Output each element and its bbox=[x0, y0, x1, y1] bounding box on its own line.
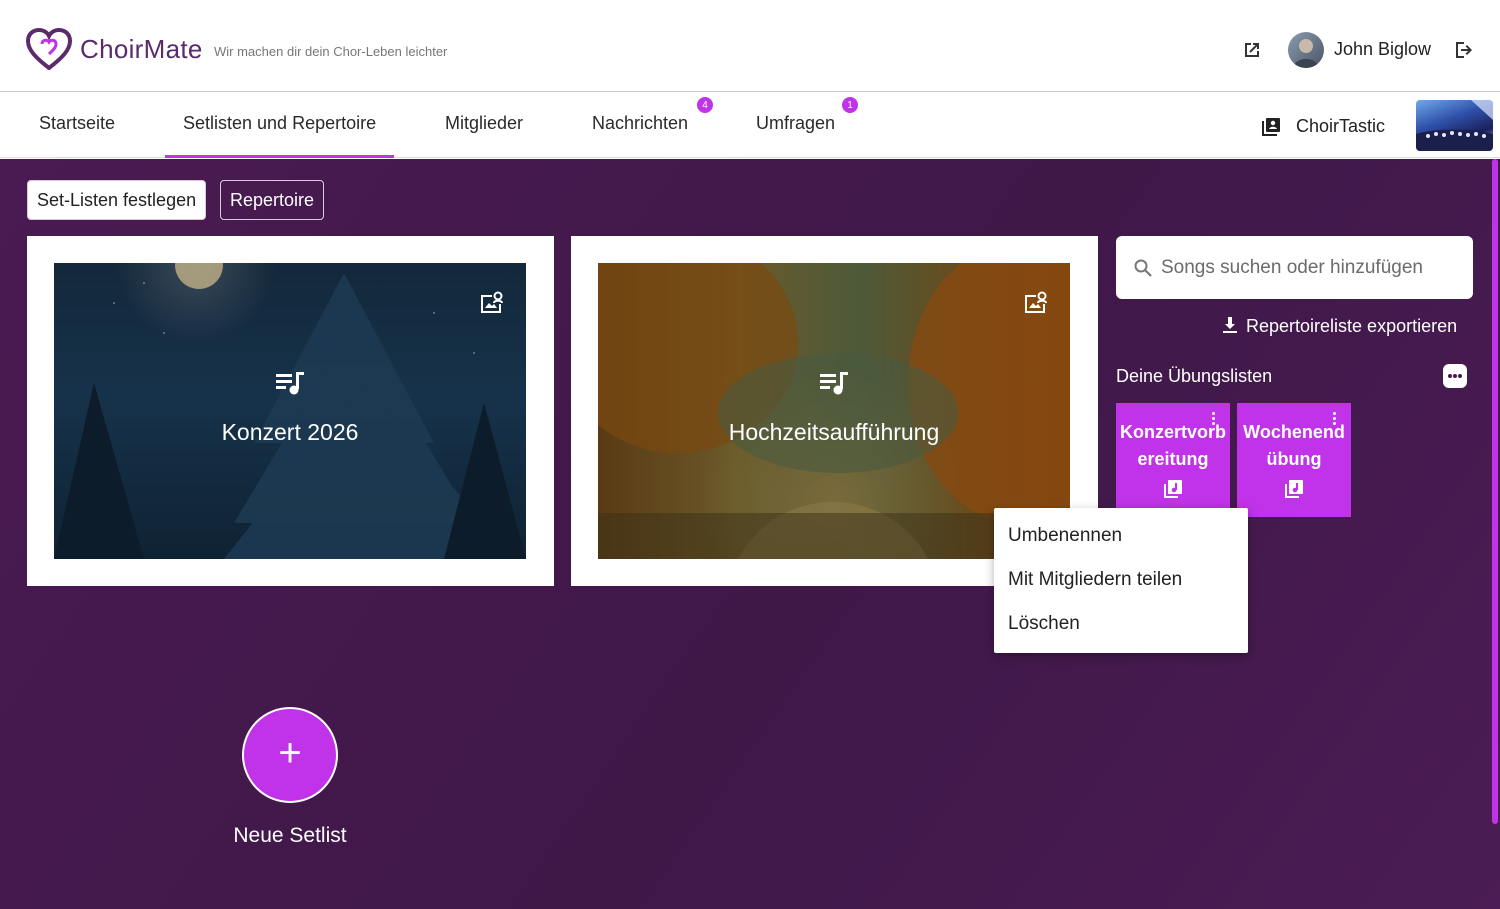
menu-item-delete[interactable]: Löschen bbox=[994, 602, 1248, 646]
app-header: ChoirMate Wir machen dir dein Chor-Leben… bbox=[0, 0, 1500, 92]
export-repertoire-button[interactable]: Repertoireliste exportieren bbox=[1220, 315, 1457, 337]
practice-list-label: Konzertvorbereitung bbox=[1120, 422, 1227, 469]
user-avatar[interactable] bbox=[1288, 32, 1324, 68]
nachrichten-badge: 4 bbox=[696, 96, 714, 114]
tagline: Wir machen dir dein Chor-Leben leichter bbox=[214, 44, 448, 59]
choir-library-icon[interactable] bbox=[1260, 116, 1282, 138]
practice-lists-heading: Deine Übungslisten bbox=[1116, 366, 1273, 386]
practice-list-tile[interactable]: Konzertvorbereitung bbox=[1116, 403, 1230, 517]
tab-nachrichten[interactable]: Nachrichten bbox=[592, 113, 688, 158]
export-label: Repertoireliste exportieren bbox=[1246, 316, 1458, 336]
set-lists-button[interactable]: Set-Listen festlegen bbox=[27, 180, 207, 220]
tab-umfragen[interactable]: Umfragen bbox=[756, 113, 835, 158]
user-name[interactable]: John Biglow bbox=[1334, 39, 1431, 60]
add-setlist-button[interactable]: + bbox=[242, 707, 338, 803]
download-icon bbox=[1223, 317, 1237, 333]
song-search-box[interactable] bbox=[1116, 236, 1473, 299]
setlist-cover-image[interactable]: Konzert 2026 bbox=[54, 263, 526, 559]
logout-icon[interactable] bbox=[1452, 38, 1476, 62]
music-library-icon bbox=[1164, 480, 1182, 498]
change-cover-image-icon[interactable] bbox=[478, 289, 506, 317]
scrollbar[interactable] bbox=[1492, 159, 1498, 824]
search-icon bbox=[1134, 259, 1152, 277]
repertoire-button[interactable]: Repertoire bbox=[220, 180, 325, 220]
playlist-music-icon bbox=[276, 372, 304, 395]
menu-item-rename[interactable]: Umbenennen bbox=[994, 514, 1248, 558]
new-setlist-label: Neue Setlist bbox=[233, 824, 347, 847]
open-external-icon[interactable] bbox=[1240, 38, 1264, 62]
tab-setlisten-und-repertoire[interactable]: Setlisten und Repertoire bbox=[164, 113, 395, 158]
practice-list-tile[interactable]: Wochenendübung bbox=[1237, 403, 1351, 517]
search-input[interactable] bbox=[1161, 250, 1461, 286]
umfragen-badge: 1 bbox=[841, 96, 859, 114]
choir-thumbnail[interactable] bbox=[1416, 100, 1493, 151]
music-library-icon bbox=[1285, 480, 1303, 498]
setlist-title: Konzert 2026 bbox=[221, 419, 359, 445]
more-options-icon[interactable] bbox=[1443, 364, 1467, 388]
main-content: Set-Listen festlegen Repertoire Konzert … bbox=[0, 159, 1500, 909]
tab-mitglieder[interactable]: Mitglieder bbox=[445, 113, 523, 158]
brand-name[interactable]: ChoirMate bbox=[80, 34, 203, 65]
choir-name[interactable]: ChoirTastic bbox=[1296, 116, 1385, 137]
setlist-title: Hochzeitsaufführung bbox=[728, 419, 940, 445]
setlist-card[interactable]: Konzert 2026 bbox=[27, 236, 554, 586]
night-forest-image bbox=[54, 263, 526, 559]
playlist-music-icon bbox=[820, 372, 848, 395]
tab-startseite[interactable]: Startseite bbox=[39, 113, 115, 158]
main-nav: Startseite Setlisten und Repertoire Mitg… bbox=[0, 93, 1500, 158]
practice-list-label: Wochenendübung bbox=[1243, 422, 1345, 469]
menu-item-share[interactable]: Mit Mitgliedern teilen bbox=[994, 558, 1248, 602]
context-menu: Umbenennen Mit Mitgliedern teilen Lösche… bbox=[994, 508, 1248, 653]
heart-logo-icon[interactable] bbox=[26, 28, 72, 70]
change-cover-image-icon[interactable] bbox=[1022, 289, 1050, 317]
